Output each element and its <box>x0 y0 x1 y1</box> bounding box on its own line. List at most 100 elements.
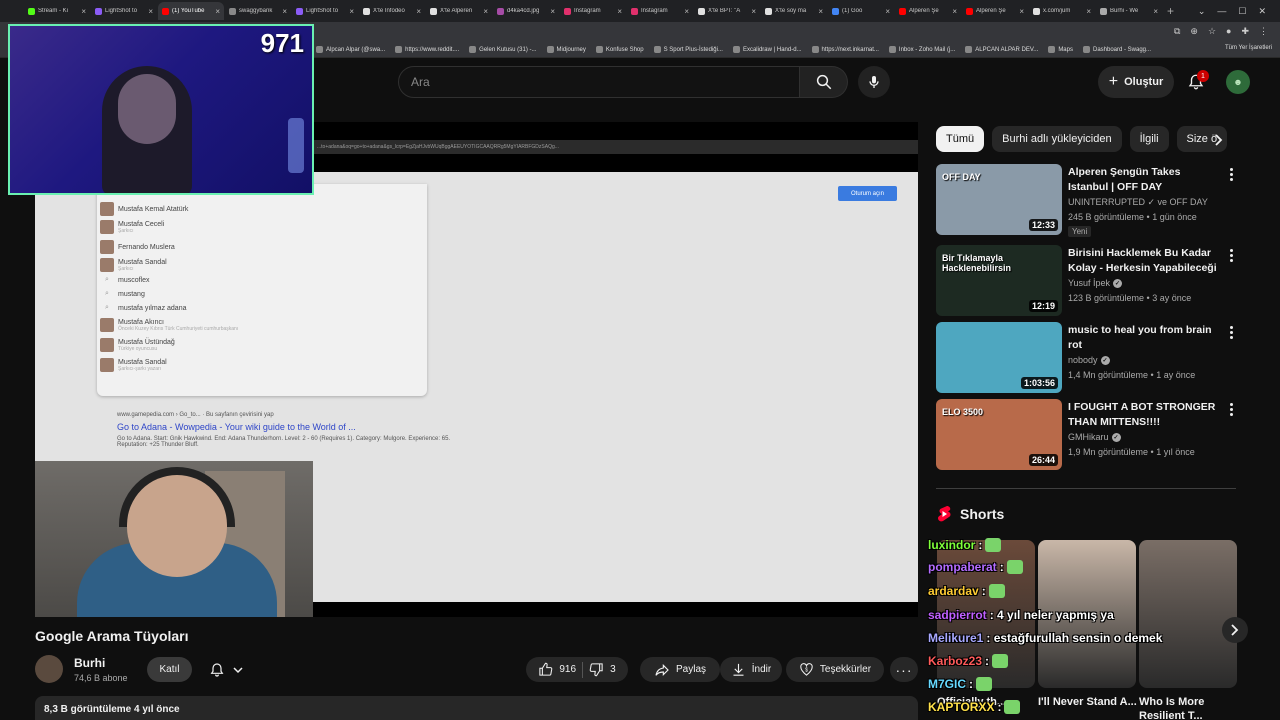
recommended-channel[interactable]: UNINTERRUPTED ✓ ve OFF DAY <box>1068 197 1208 208</box>
bookmark-item[interactable]: https://www.reddit.... <box>395 46 459 53</box>
all-bookmarks[interactable]: Tüm Yer İşaretleri <box>1225 45 1272 51</box>
tab-close-icon[interactable]: × <box>349 7 354 16</box>
browser-tab[interactable]: Burhi - We × <box>1096 2 1162 20</box>
tab-close-icon[interactable]: × <box>215 7 220 16</box>
more-options-icon[interactable] <box>1226 324 1236 344</box>
channel-avatar[interactable] <box>35 655 63 683</box>
tab-close-icon[interactable]: × <box>1086 7 1091 16</box>
browser-tab[interactable]: X'te Infodeo × <box>359 2 425 20</box>
video-thumbnail[interactable]: Bir Tıklamayla Hacklenebilirsin 12:19 <box>936 245 1062 316</box>
browser-tab[interactable]: (1) Goo × <box>828 2 894 20</box>
filter-chip[interactable]: Tümü <box>936 126 985 152</box>
share-button[interactable]: Paylaş <box>640 657 720 682</box>
thanks-button[interactable]: $ Teşekkürler <box>786 657 884 682</box>
voice-search-button[interactable] <box>858 66 890 98</box>
tab-close-icon[interactable]: × <box>416 7 421 16</box>
tab-close-icon[interactable]: × <box>1019 7 1024 16</box>
tab-close-icon[interactable]: × <box>81 7 86 16</box>
more-actions-button[interactable]: ··· <box>890 657 918 682</box>
shorts-next-button[interactable] <box>1222 617 1248 643</box>
tab-close-icon[interactable]: × <box>617 7 622 16</box>
tab-close-icon[interactable]: × <box>148 7 153 16</box>
filter-chip[interactable]: İlgili <box>1129 126 1169 152</box>
filter-chip[interactable]: Burhi adlı yükleyiciden <box>992 126 1122 152</box>
chips-next-button[interactable] <box>1208 130 1230 150</box>
bookmark-item[interactable]: https://next.inkarnat... <box>811 46 879 53</box>
recommended-channel[interactable]: GMHikaru ✓ <box>1068 432 1121 442</box>
video-thumbnail[interactable]: OFF DAY 12:33 <box>936 164 1062 235</box>
recommended-channel[interactable]: nobody ✓ <box>1068 355 1110 365</box>
more-options-icon[interactable] <box>1226 166 1236 186</box>
join-button[interactable]: Katıl <box>147 657 192 682</box>
bookmark-item[interactable]: Alpcan Alpar (@swa... <box>316 46 385 53</box>
recommended-video-title[interactable]: music to heal you from brain rot <box>1068 323 1220 353</box>
bookmark-item[interactable]: Konfuse Shop <box>595 46 644 53</box>
tab-search-icon[interactable]: ⌄ <box>1198 6 1206 17</box>
tab-close-icon[interactable]: × <box>751 7 756 16</box>
bookmark-item[interactable]: Dashboard - Swagg... <box>1082 46 1151 53</box>
browser-menu-icon[interactable]: ⋮ <box>1259 26 1268 37</box>
tab-close-icon[interactable]: × <box>952 7 957 16</box>
subscription-bell-button[interactable] <box>200 657 252 682</box>
recommended-video[interactable]: OFF DAY 12:33 Alperen Şengün Takes Istanbu… <box>936 164 1236 237</box>
tab-favicon-icon <box>28 7 35 15</box>
browser-tab[interactable]: Instagram × <box>560 2 626 20</box>
tab-close-icon[interactable]: × <box>282 7 287 16</box>
recommended-video[interactable]: ELO 3500 26:44 I FOUGHT A BOT STRONGER THA… <box>936 399 1236 471</box>
create-button[interactable]: + Oluştur <box>1098 66 1174 98</box>
zoom-icon[interactable]: ⊕ <box>1190 26 1198 37</box>
recommended-video-title[interactable]: Birisini Hacklemek Bu Kadar Kolay - Herk… <box>1068 246 1220 276</box>
like-button[interactable]: 916 <box>538 662 576 677</box>
new-tab-icon[interactable]: + <box>1167 4 1174 18</box>
download-button[interactable]: İndir <box>720 657 782 682</box>
recommended-video[interactable]: 1:03:56 music to heal you from brain rot n… <box>936 322 1236 394</box>
tab-close-icon[interactable]: × <box>885 7 890 16</box>
browser-tab[interactable]: LightShot to × <box>292 2 358 20</box>
browser-tab[interactable]: Alperen Şe × <box>962 2 1028 20</box>
recommended-video-title[interactable]: I FOUGHT A BOT STRONGER THAN MITTENS!!!! <box>1068 400 1220 430</box>
browser-tab[interactable]: Stream - Ki × <box>24 2 90 20</box>
recommended-channel[interactable]: Yusuf İpek ✓ <box>1068 278 1123 288</box>
view-count-date[interactable]: 8,3 B görüntüleme 4 yıl önce <box>35 696 918 720</box>
browser-tab[interactable]: LightShot to × <box>91 2 157 20</box>
tab-close-icon[interactable]: × <box>818 7 823 16</box>
tab-close-icon[interactable]: × <box>483 7 488 16</box>
tab-close-icon[interactable]: × <box>550 7 555 16</box>
browser-tab[interactable]: x.com/jum × <box>1029 2 1095 20</box>
bookmark-item[interactable]: Gelen Kutusu (31) -... <box>469 46 537 53</box>
search-button[interactable] <box>800 66 848 98</box>
more-options-icon[interactable] <box>1226 401 1236 421</box>
browser-tab[interactable]: X'te Alperen × <box>426 2 492 20</box>
maximize-icon[interactable]: ☐ <box>1238 6 1246 17</box>
bookmark-star-icon[interactable]: ☆ <box>1208 26 1216 37</box>
browser-tab[interactable]: swaggybank × <box>225 2 291 20</box>
bookmark-item[interactable]: Midjourney <box>546 46 586 53</box>
video-thumbnail[interactable]: ELO 3500 26:44 <box>936 399 1062 470</box>
browser-tab[interactable]: (1) YouTube × <box>158 2 224 20</box>
dislike-button[interactable]: 3 <box>589 662 616 677</box>
recommended-video[interactable]: Bir Tıklamayla Hacklenebilirsin 12:19 Biri… <box>936 245 1236 317</box>
tab-close-icon[interactable]: × <box>1153 7 1158 16</box>
browser-tab[interactable]: Instagram × <box>627 2 693 20</box>
channel-name[interactable]: Burhi <box>74 656 105 670</box>
account-avatar[interactable]: ☻ <box>1226 70 1250 94</box>
close-window-icon[interactable]: ✕ <box>1258 6 1266 17</box>
browser-tab[interactable]: X'te BPT: "A × <box>694 2 760 20</box>
bookmark-item[interactable]: ALPCAN ALPAR DEV... <box>965 46 1038 53</box>
extensions-icon[interactable]: ✚ <box>1241 26 1249 37</box>
video-thumbnail[interactable]: 1:03:56 <box>936 322 1062 393</box>
browser-tab[interactable]: Alperen Şe × <box>895 2 961 20</box>
minimize-icon[interactable]: — <box>1217 6 1226 16</box>
search-input[interactable]: Ara <box>398 66 800 98</box>
bookmark-item[interactable]: S Sport Plus-İstediği... <box>653 46 723 53</box>
bookmark-item[interactable]: Inbox - Zoho Mail (j... <box>888 46 955 53</box>
extension-icon[interactable]: ⧉ <box>1174 26 1180 37</box>
bookmark-item[interactable]: Excalidraw | Hand-d... <box>732 46 802 53</box>
browser-tab[interactable]: X'te soy ma × <box>761 2 827 20</box>
recommended-video-title[interactable]: Alperen Şengün Takes Istanbul | OFF DAY <box>1068 165 1220 195</box>
tab-close-icon[interactable]: × <box>684 7 689 16</box>
profile-icon[interactable]: ● <box>1226 26 1231 37</box>
more-options-icon[interactable] <box>1226 247 1236 267</box>
browser-tab[interactable]: d4ka4cd.jpg × <box>493 2 559 20</box>
bookmark-item[interactable]: Maps <box>1048 46 1073 53</box>
